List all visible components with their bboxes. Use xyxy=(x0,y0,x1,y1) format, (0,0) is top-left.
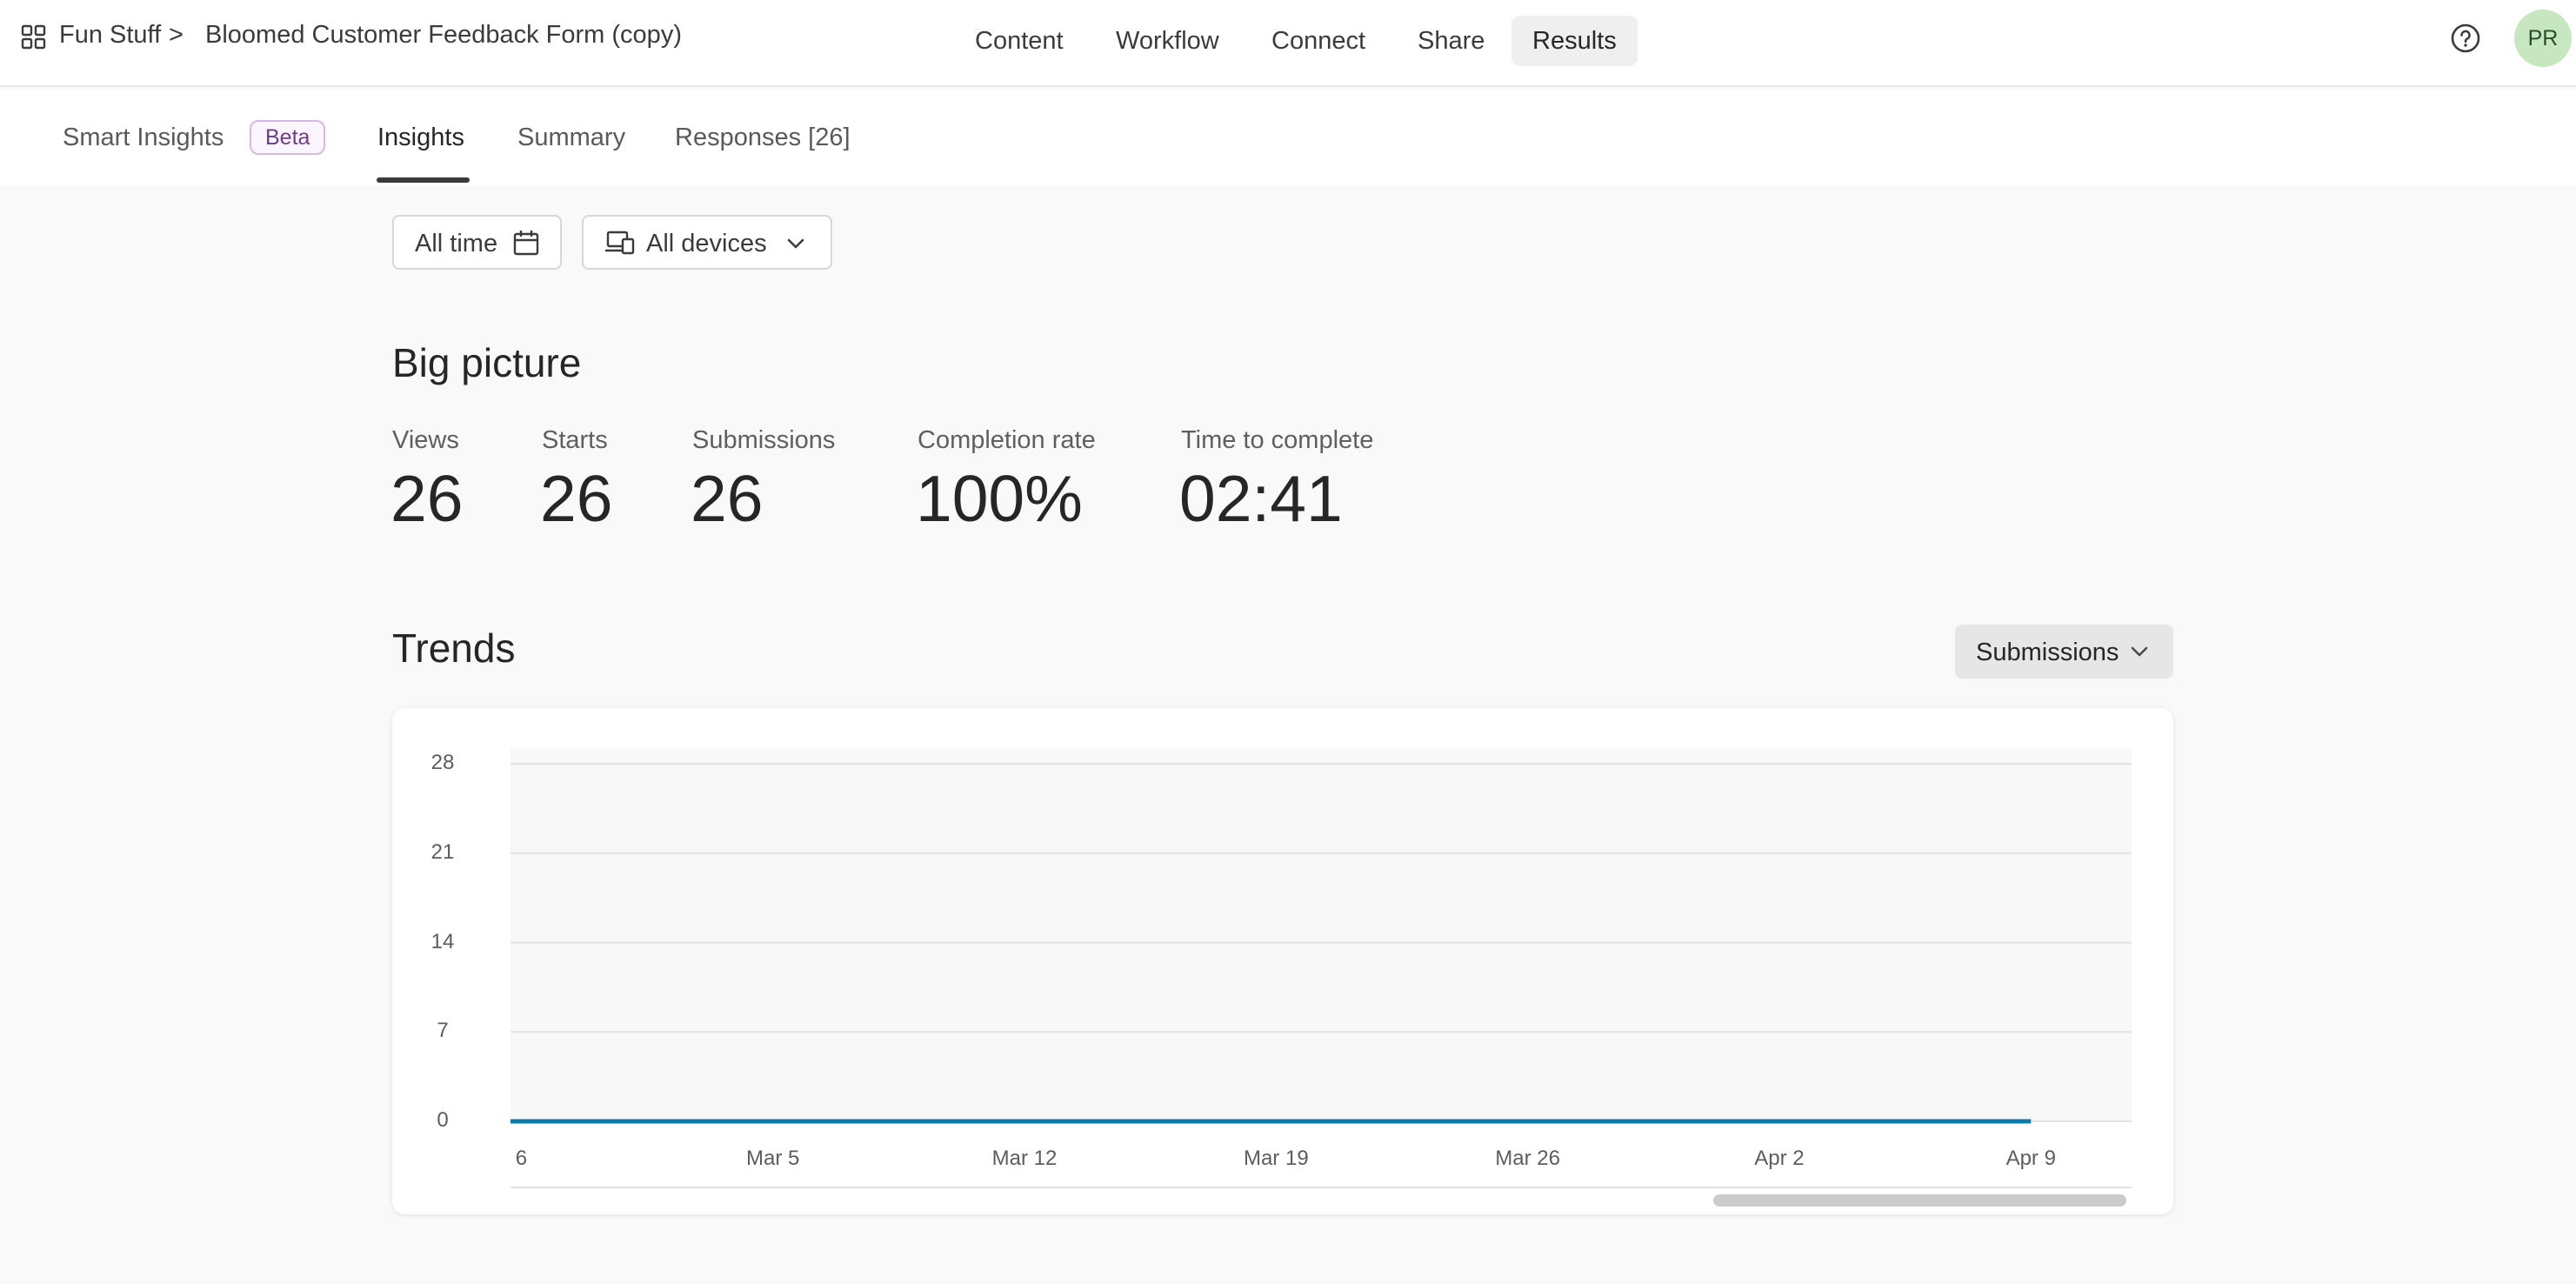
chart-scroll-track xyxy=(511,1187,2132,1188)
chart-scrollbar-thumb[interactable] xyxy=(1713,1194,2126,1207)
trends-chart xyxy=(511,763,2132,1124)
